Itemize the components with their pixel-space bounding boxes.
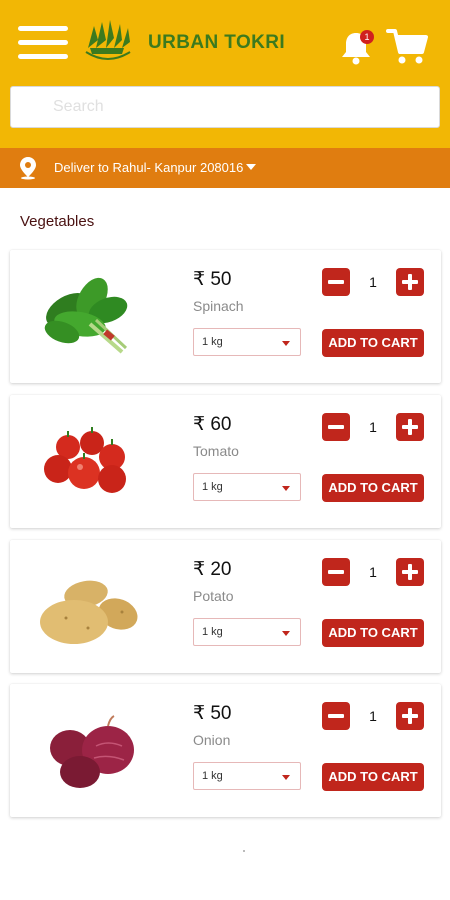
increase-quantity-button[interactable] [396,268,424,296]
product-card: ₹ 20 Potato 1 kg 1 ADD TO CART [10,540,441,673]
product-name: Spinach [193,298,244,314]
unit-dropdown[interactable]: 1 kg [193,618,301,646]
product-name: Potato [193,588,234,604]
potato-image [40,580,138,644]
notification-bell-icon[interactable]: 1 [338,28,374,66]
dropdown-arrow-icon [282,486,290,491]
unit-dropdown[interactable]: 1 kg [193,762,301,790]
unit-dropdown[interactable]: 1 kg [193,328,301,356]
product-card: ₹ 60 Tomato 1 kg 1 ADD TO CART [10,395,441,528]
search-input[interactable] [10,86,440,128]
quantity-value: 1 [369,419,377,435]
product-price: ₹ 50 [193,269,232,290]
increase-quantity-button[interactable] [396,558,424,586]
quantity-value: 1 [369,708,377,724]
delivery-location-bar[interactable]: Deliver to Rahul- Kanpur 208016 [0,148,450,188]
unit-value: 1 kg [202,626,223,638]
product-card: ₹ 50 Spinach 1 kg 1 ADD TO CART [10,250,441,383]
increase-quantity-button[interactable] [396,702,424,730]
delivery-location-text: Deliver to Rahul- Kanpur 208016 [54,160,244,175]
dropdown-arrow-icon [282,631,290,636]
quantity-value: 1 [369,564,377,580]
location-pin-icon [20,157,36,180]
menu-icon[interactable] [18,26,68,60]
divider [243,850,245,852]
product-name: Tomato [193,443,239,459]
product-name: Onion [193,732,231,748]
product-price: ₹ 60 [193,414,232,435]
unit-dropdown[interactable]: 1 kg [193,473,301,501]
product-card: ₹ 50 Onion 1 kg 1 ADD TO CART [10,684,441,817]
add-to-cart-button[interactable]: ADD TO CART [322,329,424,357]
dropdown-arrow-icon [282,341,290,346]
onion-image [50,715,134,788]
tomato-image [44,427,126,493]
brand-name: URBAN TOKRI [148,32,286,53]
unit-value: 1 kg [202,481,223,493]
notification-badge: 1 [360,30,374,44]
dropdown-arrow-icon [282,775,290,780]
add-to-cart-button[interactable]: ADD TO CART [322,619,424,647]
app-header: URBAN TOKRI 1 [0,0,450,148]
quantity-value: 1 [369,274,377,290]
unit-value: 1 kg [202,336,223,348]
decrease-quantity-button[interactable] [322,268,350,296]
chevron-down-icon [246,164,256,170]
cart-icon[interactable] [386,26,428,66]
add-to-cart-button[interactable]: ADD TO CART [322,763,424,791]
logo-icon [85,20,131,60]
decrease-quantity-button[interactable] [322,702,350,730]
product-price: ₹ 20 [193,559,232,580]
add-to-cart-button[interactable]: ADD TO CART [322,474,424,502]
product-price: ₹ 50 [193,703,232,724]
spinach-image [44,277,128,354]
unit-value: 1 kg [202,770,223,782]
increase-quantity-button[interactable] [396,413,424,441]
decrease-quantity-button[interactable] [322,558,350,586]
decrease-quantity-button[interactable] [322,413,350,441]
section-title: Vegetables [20,213,95,230]
